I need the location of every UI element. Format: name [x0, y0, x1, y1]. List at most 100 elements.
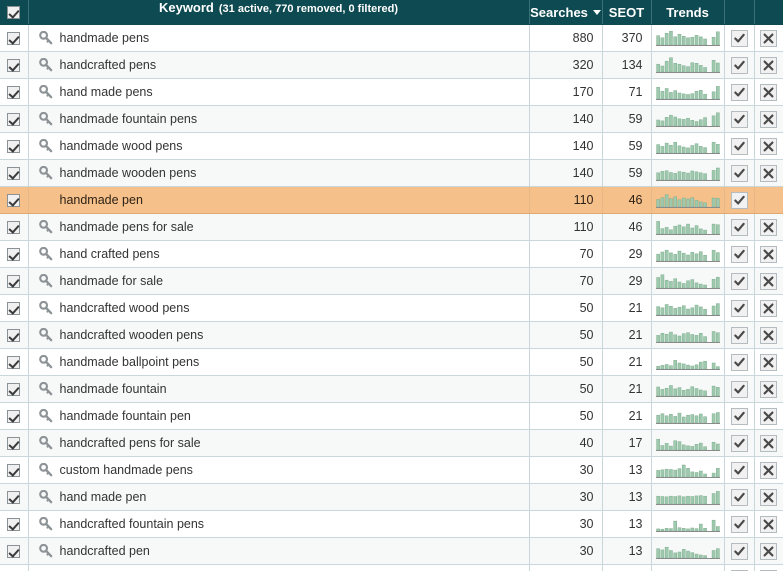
remove-button[interactable]	[760, 353, 778, 371]
remove-button[interactable]	[760, 434, 778, 452]
keep-button[interactable]	[730, 110, 748, 128]
keep-cell[interactable]	[724, 321, 755, 349]
keyword-cell[interactable]: handmade pens	[28, 24, 530, 52]
row-checkbox[interactable]	[0, 349, 27, 375]
keyword-cell[interactable]: wood pens handmade	[28, 564, 530, 571]
row-checkbox[interactable]	[0, 322, 27, 348]
remove-cell[interactable]	[754, 159, 783, 187]
remove-cell[interactable]	[754, 105, 783, 133]
row-checkbox[interactable]	[0, 52, 27, 78]
row-select-cell[interactable]	[0, 429, 29, 457]
keep-button[interactable]	[730, 434, 748, 452]
row-checkbox[interactable]	[0, 160, 27, 186]
remove-cell[interactable]	[754, 51, 783, 79]
remove-cell[interactable]	[754, 537, 783, 565]
row-checkbox[interactable]	[0, 106, 27, 132]
row-checkbox[interactable]	[0, 430, 27, 456]
remove-button[interactable]	[760, 218, 778, 236]
remove-button[interactable]	[760, 380, 778, 398]
keep-cell[interactable]	[724, 429, 755, 457]
keep-button[interactable]	[730, 488, 748, 506]
keep-cell[interactable]	[724, 456, 755, 484]
keyword-cell[interactable]: handmade fountain pen	[28, 402, 530, 430]
table-row[interactable]: handmade pens for sale 110 46	[0, 213, 783, 241]
keep-button[interactable]	[730, 56, 748, 74]
keyword-cell[interactable]: handcrafted wood pens	[28, 294, 530, 322]
keyword-cell[interactable]: handmade pens for sale	[28, 213, 530, 241]
table-row[interactable]: handmade for sale 70 29	[0, 267, 783, 295]
remove-button[interactable]	[760, 542, 778, 560]
row-select-cell[interactable]	[0, 267, 29, 295]
remove-cell[interactable]	[754, 78, 783, 106]
keyword-cell[interactable]: handmade fountain pens	[28, 105, 530, 133]
row-checkbox[interactable]	[0, 511, 27, 537]
keyword-cell[interactable]: handmade fountain	[28, 375, 530, 403]
table-row[interactable]: handcrafted pen 30 13	[0, 537, 783, 565]
keep-button[interactable]	[730, 83, 748, 101]
row-select-cell[interactable]	[0, 564, 29, 571]
remove-cell[interactable]	[754, 348, 783, 376]
keep-cell[interactable]	[724, 267, 755, 295]
row-checkbox[interactable]	[0, 241, 27, 267]
keep-button[interactable]	[730, 245, 748, 263]
table-row[interactable]: handmade fountain pen 50 21	[0, 402, 783, 430]
keyword-cell[interactable]: handmade for sale	[28, 267, 530, 295]
remove-cell[interactable]	[754, 267, 783, 295]
remove-cell[interactable]	[754, 321, 783, 349]
remove-cell[interactable]	[754, 483, 783, 511]
remove-cell[interactable]	[754, 294, 783, 322]
remove-cell[interactable]	[754, 456, 783, 484]
row-select-cell[interactable]	[0, 132, 29, 160]
table-row[interactable]: hand made pen 30 13	[0, 483, 783, 511]
keep-cell[interactable]	[724, 537, 755, 565]
keep-button[interactable]	[730, 326, 748, 344]
keep-button[interactable]	[730, 164, 748, 182]
table-row[interactable]: handcrafted wooden pens 50 21	[0, 321, 783, 349]
keyword-cell[interactable]: handcrafted wooden pens	[28, 321, 530, 349]
row-select-cell[interactable]	[0, 537, 29, 565]
remove-button[interactable]	[760, 56, 778, 74]
keep-button[interactable]	[730, 299, 748, 317]
row-checkbox[interactable]	[0, 79, 27, 105]
row-select-cell[interactable]	[0, 510, 29, 538]
keep-button[interactable]	[730, 380, 748, 398]
keep-button[interactable]	[730, 29, 748, 47]
remove-button[interactable]	[760, 515, 778, 533]
row-checkbox[interactable]	[0, 403, 27, 429]
keyword-cell[interactable]: handmade ballpoint pens	[28, 348, 530, 376]
table-row[interactable]: handcrafted pens for sale 40 17	[0, 429, 783, 457]
keep-cell[interactable]	[724, 24, 755, 52]
select-all-checkbox[interactable]	[0, 0, 27, 24]
header-seot-cell[interactable]: SEOT	[602, 0, 652, 25]
remove-cell[interactable]	[754, 132, 783, 160]
row-checkbox[interactable]	[0, 295, 27, 321]
row-select-cell[interactable]	[0, 483, 29, 511]
header-select-all-cell[interactable]	[0, 0, 29, 25]
header-trends-cell[interactable]: Trends	[651, 0, 725, 25]
row-select-cell[interactable]	[0, 375, 29, 403]
remove-cell[interactable]	[754, 240, 783, 268]
keep-cell[interactable]	[724, 105, 755, 133]
remove-button[interactable]	[760, 110, 778, 128]
keep-cell[interactable]	[724, 186, 755, 214]
remove-cell[interactable]	[754, 24, 783, 52]
header-keyword-cell[interactable]: Keyword (31 active, 770 removed, 0 filte…	[28, 0, 530, 25]
remove-button[interactable]	[760, 83, 778, 101]
remove-button[interactable]	[760, 407, 778, 425]
keep-button[interactable]	[730, 542, 748, 560]
keyword-cell[interactable]: hand made pens	[28, 78, 530, 106]
row-select-cell[interactable]	[0, 105, 29, 133]
table-row[interactable]: handmade fountain pens 140 59	[0, 105, 783, 133]
keep-cell[interactable]	[724, 132, 755, 160]
row-checkbox[interactable]	[0, 565, 27, 571]
keep-cell[interactable]	[724, 348, 755, 376]
keep-cell[interactable]	[724, 375, 755, 403]
row-checkbox[interactable]	[0, 187, 27, 213]
remove-button[interactable]	[760, 245, 778, 263]
row-checkbox[interactable]	[0, 268, 27, 294]
table-row[interactable]: handmade ballpoint pens 50 21	[0, 348, 783, 376]
table-row[interactable]: handmade pen 110 46	[0, 186, 783, 214]
keep-button[interactable]	[730, 272, 748, 290]
keep-cell[interactable]	[724, 483, 755, 511]
remove-cell[interactable]	[754, 375, 783, 403]
